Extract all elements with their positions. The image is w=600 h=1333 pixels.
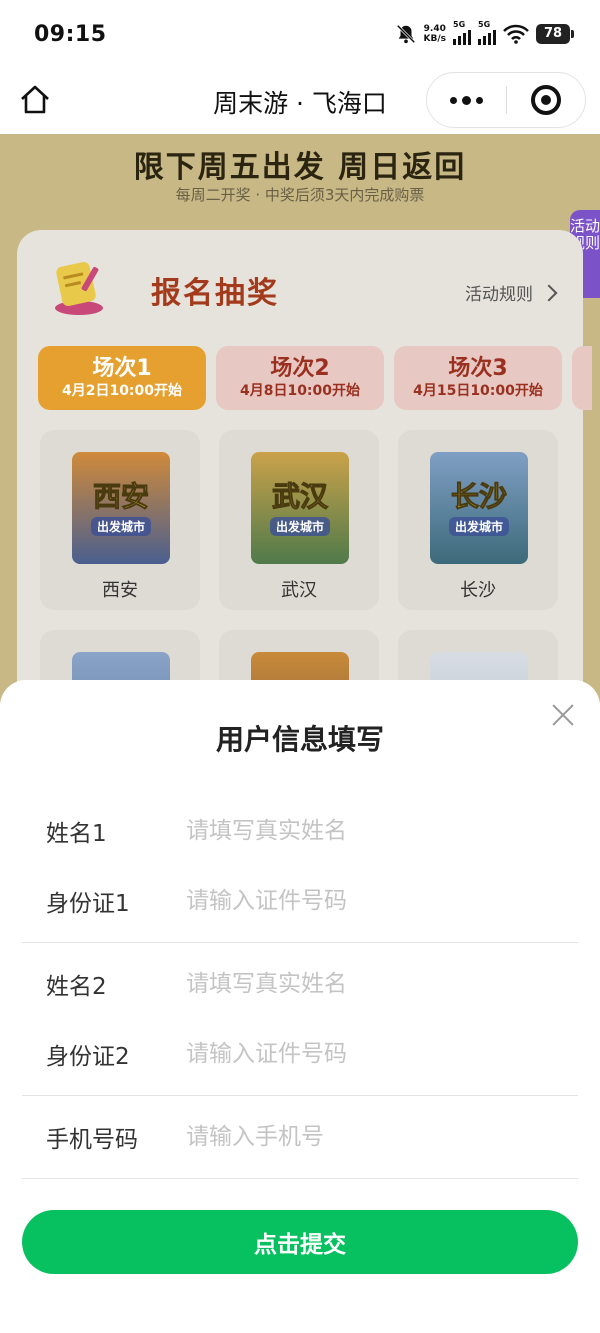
session-tab-1[interactable]: 场次1 4月2日10:00开始 (38, 346, 206, 410)
name1-label: 姓名1 (46, 821, 107, 847)
session-tabs: 场次1 4月2日10:00开始 场次2 4月8日10:00开始 场次3 4月15… (38, 346, 592, 410)
session-tab-more[interactable] (572, 346, 592, 410)
city-name: 武汉 (281, 580, 317, 601)
id2-input[interactable] (186, 1041, 578, 1067)
session-time: 4月2日10:00开始 (61, 383, 183, 399)
city-card-xian[interactable]: 西安 出发城市 西安 (40, 430, 200, 610)
session-name: 场次2 (270, 356, 330, 381)
id2-label: 身份证2 (46, 1044, 130, 1070)
phone-label: 手机号码 (46, 1127, 138, 1153)
city-image-subtitle: 出发城市 (90, 516, 151, 536)
city-image: 武汉 出发城市 (251, 452, 349, 564)
session-tab-2[interactable]: 场次2 4月8日10:00开始 (216, 346, 384, 410)
sheet-title: 用户信息填写 (215, 723, 384, 756)
user-info-sheet: 用户信息填写 姓名1 身份证1 姓名2 身份证2 手机号码 (0, 680, 600, 1333)
city-image-title: 长沙 (450, 479, 507, 513)
city-image-title: 西安 (92, 479, 149, 513)
name2-row: 姓名2 (22, 949, 578, 1019)
name2-label: 姓名2 (46, 974, 107, 1000)
session-name: 场次3 (448, 356, 508, 381)
target-icon (530, 85, 561, 115)
bell-muted-icon (396, 24, 415, 43)
form-clipboard-icon (55, 262, 103, 315)
city-image-subtitle: 出发城市 (269, 516, 330, 536)
status-bar: 09:15 9.40 KB/s 5G 5G 78 (0, 0, 600, 70)
battery-icon: 78 (536, 23, 574, 44)
name2-input[interactable] (186, 971, 578, 997)
city-image-title: 武汉 (271, 479, 328, 513)
nav-bar: 周末游 · 飞海口 (0, 70, 600, 134)
phone-group: 手机号码 (22, 1096, 578, 1179)
city-name: 长沙 (460, 580, 496, 601)
session-tab-3[interactable]: 场次3 4月15日10:00开始 (394, 346, 562, 410)
name1-input[interactable] (186, 818, 578, 844)
wifi-icon (503, 24, 529, 44)
city-image: 长沙 出发城市 (430, 452, 528, 564)
phone-input[interactable] (186, 1124, 578, 1150)
network-speed: 9.40 KB/s (424, 24, 446, 44)
miniapp-capsule (426, 72, 586, 128)
banner-title: 限下周五出发 周日返回 (133, 150, 467, 185)
sim2-label: 5G (478, 20, 491, 29)
city-card-wuhan[interactable]: 武汉 出发城市 武汉 (219, 430, 379, 610)
city-card-changsha[interactable]: 长沙 出发城市 长沙 (398, 430, 558, 610)
submit-button[interactable]: 点击提交 (22, 1210, 578, 1274)
traveler-2-group: 姓名2 身份证2 (22, 943, 578, 1096)
status-time: 09:15 (34, 22, 107, 47)
net-speed-value: 9.40 (423, 23, 446, 34)
more-icon[interactable] (427, 73, 506, 127)
signal-icon-sim2: 5G (478, 20, 496, 45)
banner-subtitle: 每周二开奖 · 中奖后须3天内完成购票 (175, 186, 425, 204)
city-image: 西安 出发城市 (72, 452, 170, 564)
signal-icon-sim1: 5G (453, 20, 471, 45)
phone-row: 手机号码 (22, 1102, 578, 1172)
session-name: 场次1 (92, 356, 152, 381)
id1-input[interactable] (186, 888, 578, 914)
id2-row: 身份证2 (22, 1019, 578, 1089)
city-name: 西安 (102, 580, 138, 601)
traveler-1-group: 姓名1 身份证1 (22, 790, 578, 943)
rules-link[interactable]: 活动规则 (465, 280, 558, 305)
session-time: 4月15日10:00开始 (413, 383, 543, 399)
card-title: 报名抽奖 (151, 276, 279, 311)
session-time: 4月8日10:00开始 (239, 383, 361, 399)
chevron-right-icon (540, 284, 558, 301)
id1-row: 身份证1 (22, 866, 578, 936)
city-image-subtitle: 出发城市 (448, 516, 509, 536)
miniapp-close-button[interactable] (507, 73, 585, 127)
status-icons: 9.40 KB/s 5G 5G 78 (395, 20, 574, 45)
sim1-label: 5G (453, 20, 466, 29)
name1-row: 姓名1 (22, 796, 578, 866)
net-speed-unit: KB/s (423, 33, 446, 44)
user-info-form: 姓名1 身份证1 姓名2 身份证2 手机号码 (22, 790, 578, 1179)
id1-label: 身份证1 (46, 891, 130, 917)
rules-link-label: 活动规则 (465, 285, 533, 305)
close-icon[interactable] (552, 704, 574, 726)
